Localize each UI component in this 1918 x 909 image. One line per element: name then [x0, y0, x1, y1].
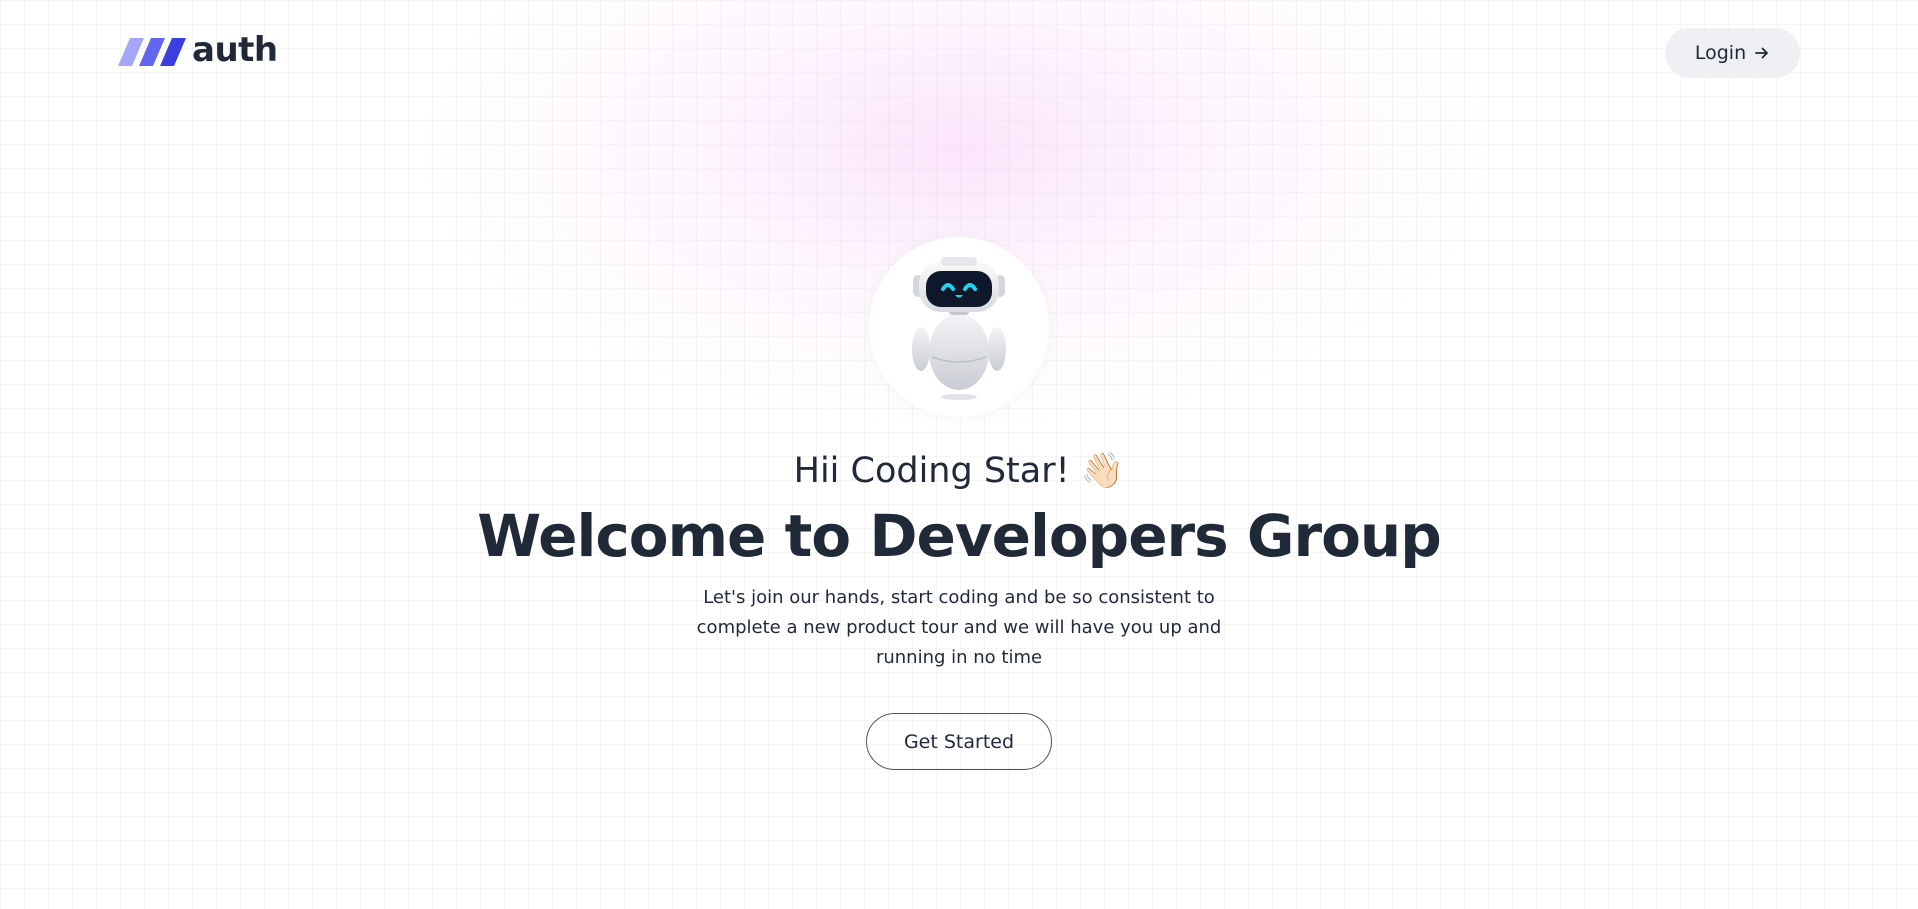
brand-logo[interactable]: auth: [118, 30, 278, 70]
robot-mascot-icon: [912, 257, 1006, 400]
login-label: Login: [1694, 42, 1747, 64]
get-started-button[interactable]: Get Started: [866, 713, 1052, 770]
page-title: Welcome to Developers Group: [477, 502, 1441, 570]
login-button[interactable]: Login: [1665, 28, 1800, 78]
slanted-bars-logo-icon: [118, 38, 186, 66]
top-header: auth Login: [0, 0, 1918, 100]
arrow-right-icon: [1755, 47, 1769, 59]
hero-description: Let's join our hands, start coding and b…: [696, 587, 1222, 668]
brand-name: auth: [192, 30, 278, 70]
robot-avatar: [869, 237, 1049, 417]
greeting-text: Hii Coding Star! 👋🏻: [793, 451, 1125, 491]
